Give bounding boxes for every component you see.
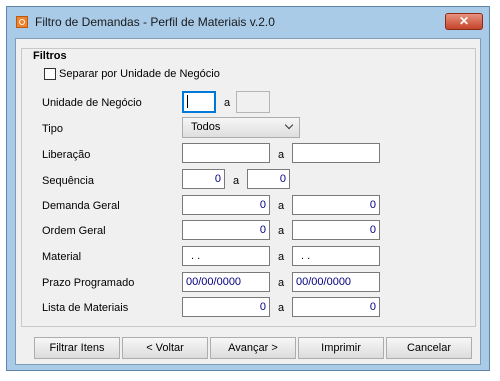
separate-by-unit-label[interactable]: Separar por Unidade de Negócio <box>59 68 220 80</box>
chevron-down-icon <box>284 120 294 130</box>
unidade-from-input[interactable] <box>182 91 216 113</box>
demanda-geral-range-separator: a <box>278 200 285 212</box>
prazo-label: Prazo Programado <box>42 277 135 289</box>
demanda-geral-to-input[interactable]: 0 <box>292 195 380 215</box>
sequencia-to-input[interactable]: 0 <box>247 169 290 189</box>
unidade-to-input <box>236 91 270 113</box>
material-to-input[interactable]: . . <box>292 246 380 266</box>
cancel-button[interactable]: Cancelar <box>386 337 472 359</box>
lista-from-input[interactable]: 0 <box>182 297 270 317</box>
sequencia-range-separator: a <box>233 175 240 187</box>
separate-by-unit-checkbox[interactable] <box>44 68 56 80</box>
lista-range-separator: a <box>278 302 285 314</box>
ordem-geral-to-input[interactable]: 0 <box>292 220 380 240</box>
ordem-geral-from-input[interactable]: 0 <box>182 220 270 240</box>
demanda-geral-from-input[interactable]: 0 <box>182 195 270 215</box>
filter-items-button[interactable]: Filtrar Itens <box>34 337 120 359</box>
print-button[interactable]: Imprimir <box>298 337 384 359</box>
material-from-input[interactable]: . . <box>182 246 270 266</box>
title-bar[interactable]: Filtro de Demandas - Perfil de Materiais… <box>7 7 489 38</box>
prazo-from-input[interactable]: 00/00/0000 <box>182 272 270 292</box>
filters-group-title: Filtros <box>32 50 70 62</box>
material-range-separator: a <box>278 251 285 263</box>
sequencia-from-input[interactable]: 0 <box>182 169 225 189</box>
unidade-range-separator: a <box>224 97 231 109</box>
prazo-range-separator: a <box>278 277 285 289</box>
lista-label: Lista de Materiais <box>42 302 129 314</box>
material-label: Material <box>42 251 82 263</box>
sequencia-label: Sequência <box>42 175 94 187</box>
lista-to-input[interactable]: 0 <box>292 297 380 317</box>
liberacao-range-separator: a <box>278 149 285 161</box>
text-caret <box>187 94 188 108</box>
dialog-window: Filtro de Demandas - Perfil de Materiais… <box>6 6 490 371</box>
demanda-geral-label: Demanda Geral <box>42 200 120 212</box>
tipo-label: Tipo <box>42 123 63 135</box>
liberacao-from-input[interactable] <box>182 143 270 163</box>
next-button[interactable]: Avançar > <box>210 337 296 359</box>
back-button[interactable]: < Voltar <box>122 337 208 359</box>
close-button[interactable]: ✕ <box>445 13 483 30</box>
prazo-to-input[interactable]: 00/00/0000 <box>292 272 380 292</box>
ordem-geral-label: Ordem Geral <box>42 225 106 237</box>
ordem-geral-range-separator: a <box>278 225 285 237</box>
tipo-select-value: Todos <box>191 121 221 133</box>
window-title: Filtro de Demandas - Perfil de Materiais… <box>35 15 275 29</box>
unidade-label: Unidade de Negócio <box>42 97 142 109</box>
liberacao-label: Liberação <box>42 149 91 161</box>
app-icon <box>16 16 28 28</box>
dialog-client-area: Filtros Separar por Unidade de Negócio U… <box>15 38 481 365</box>
liberacao-to-input[interactable] <box>292 143 380 163</box>
tipo-select[interactable]: Todos <box>182 117 300 138</box>
